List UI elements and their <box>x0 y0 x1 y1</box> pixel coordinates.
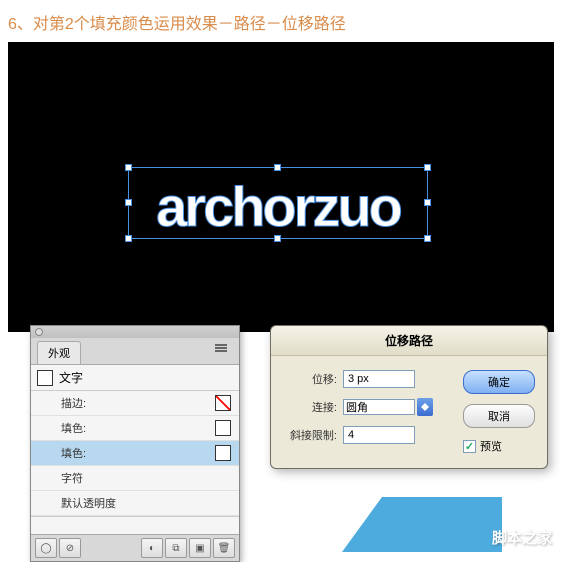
resize-handle[interactable] <box>424 235 431 242</box>
panel-titlebar[interactable] <box>31 326 239 338</box>
join-select[interactable] <box>343 399 415 415</box>
stroke-swatch-icon[interactable] <box>215 395 231 411</box>
appearance-row-fill[interactable]: 填色: <box>31 416 239 441</box>
resize-handle[interactable] <box>125 164 132 171</box>
panel-target-label: 文字 <box>59 369 83 386</box>
canvas-area: archorzuo <box>0 42 562 332</box>
clear-button[interactable]: ⊘ <box>59 538 81 558</box>
new-fill-button[interactable]: ▣ <box>189 538 211 558</box>
dialog-title: 位移路径 <box>271 326 547 356</box>
join-label: 连接: <box>283 399 343 415</box>
dropdown-arrow-icon[interactable] <box>417 398 433 416</box>
miter-label: 斜接限制: <box>283 427 343 443</box>
appearance-row-opacity[interactable]: 默认透明度 <box>31 491 239 516</box>
tab-appearance[interactable]: 外观 <box>37 341 81 364</box>
resize-handle[interactable] <box>424 164 431 171</box>
watermark: jb51.net 脚本之家 <box>342 497 562 552</box>
panel-spacer <box>31 516 239 534</box>
fill-swatch-icon[interactable] <box>215 445 231 461</box>
panel-tab-strip: 外观 <box>31 338 239 365</box>
resize-handle[interactable] <box>274 164 281 171</box>
instruction-caption: 6、对第2个填充颜色运用效果－路径－位移路径 <box>0 0 562 42</box>
ok-button[interactable]: 确定 <box>463 370 535 394</box>
fill-swatch-icon[interactable] <box>215 420 231 436</box>
row-label: 默认透明度 <box>61 495 231 511</box>
offset-input[interactable] <box>343 370 415 388</box>
preview-label: 预览 <box>480 438 502 454</box>
resize-handle[interactable] <box>125 199 132 206</box>
resize-handle[interactable] <box>274 235 281 242</box>
new-art-button[interactable]: ◯ <box>35 538 57 558</box>
swatch-icon <box>37 370 53 386</box>
watermark-site: 脚本之家 <box>492 527 552 548</box>
panel-menu-icon[interactable] <box>215 343 229 355</box>
row-label: 填色: <box>61 420 209 436</box>
resize-handle[interactable] <box>424 199 431 206</box>
panel-body: 文字 描边: 填色: 填色: 字符 默认透明度 <box>31 365 239 534</box>
appearance-row-characters[interactable]: 字符 <box>31 466 239 491</box>
appearance-row-fill-selected[interactable]: 填色: <box>31 441 239 466</box>
preview-checkbox[interactable]: ✓ <box>463 440 476 453</box>
cancel-button[interactable]: 取消 <box>463 404 535 428</box>
appearance-row-stroke[interactable]: 描边: <box>31 391 239 416</box>
offset-path-dialog: 位移路径 确定 取消 ✓ 预览 位移: 连接: 斜接限制: <box>270 325 548 469</box>
panel-footer: ◯ ⊘ ◐ ⧉ ▣ 🗑 <box>31 534 239 561</box>
miter-input[interactable] <box>343 426 415 444</box>
row-label: 描边: <box>61 395 209 411</box>
appearance-panel: 外观 文字 描边: 填色: 填色: 字符 默认透明度 ◯ ⊘ ◐ <box>30 325 240 562</box>
panel-target-row[interactable]: 文字 <box>31 365 239 391</box>
preview-checkbox-row[interactable]: ✓ 预览 <box>463 438 535 454</box>
duplicate-button[interactable]: ⧉ <box>165 538 187 558</box>
trash-button[interactable]: 🗑 <box>213 538 235 558</box>
watermark-url: jb51.net <box>513 514 552 526</box>
close-icon[interactable] <box>35 328 43 336</box>
resize-handle[interactable] <box>125 235 132 242</box>
artboard[interactable]: archorzuo <box>8 42 554 332</box>
fx-button[interactable]: ◐ <box>141 538 163 558</box>
offset-label: 位移: <box>283 371 343 387</box>
row-label: 字符 <box>61 470 231 486</box>
row-label: 填色: <box>61 445 209 461</box>
artwork-text[interactable]: archorzuo <box>129 174 427 239</box>
selection-bounding-box[interactable]: archorzuo <box>128 167 428 239</box>
